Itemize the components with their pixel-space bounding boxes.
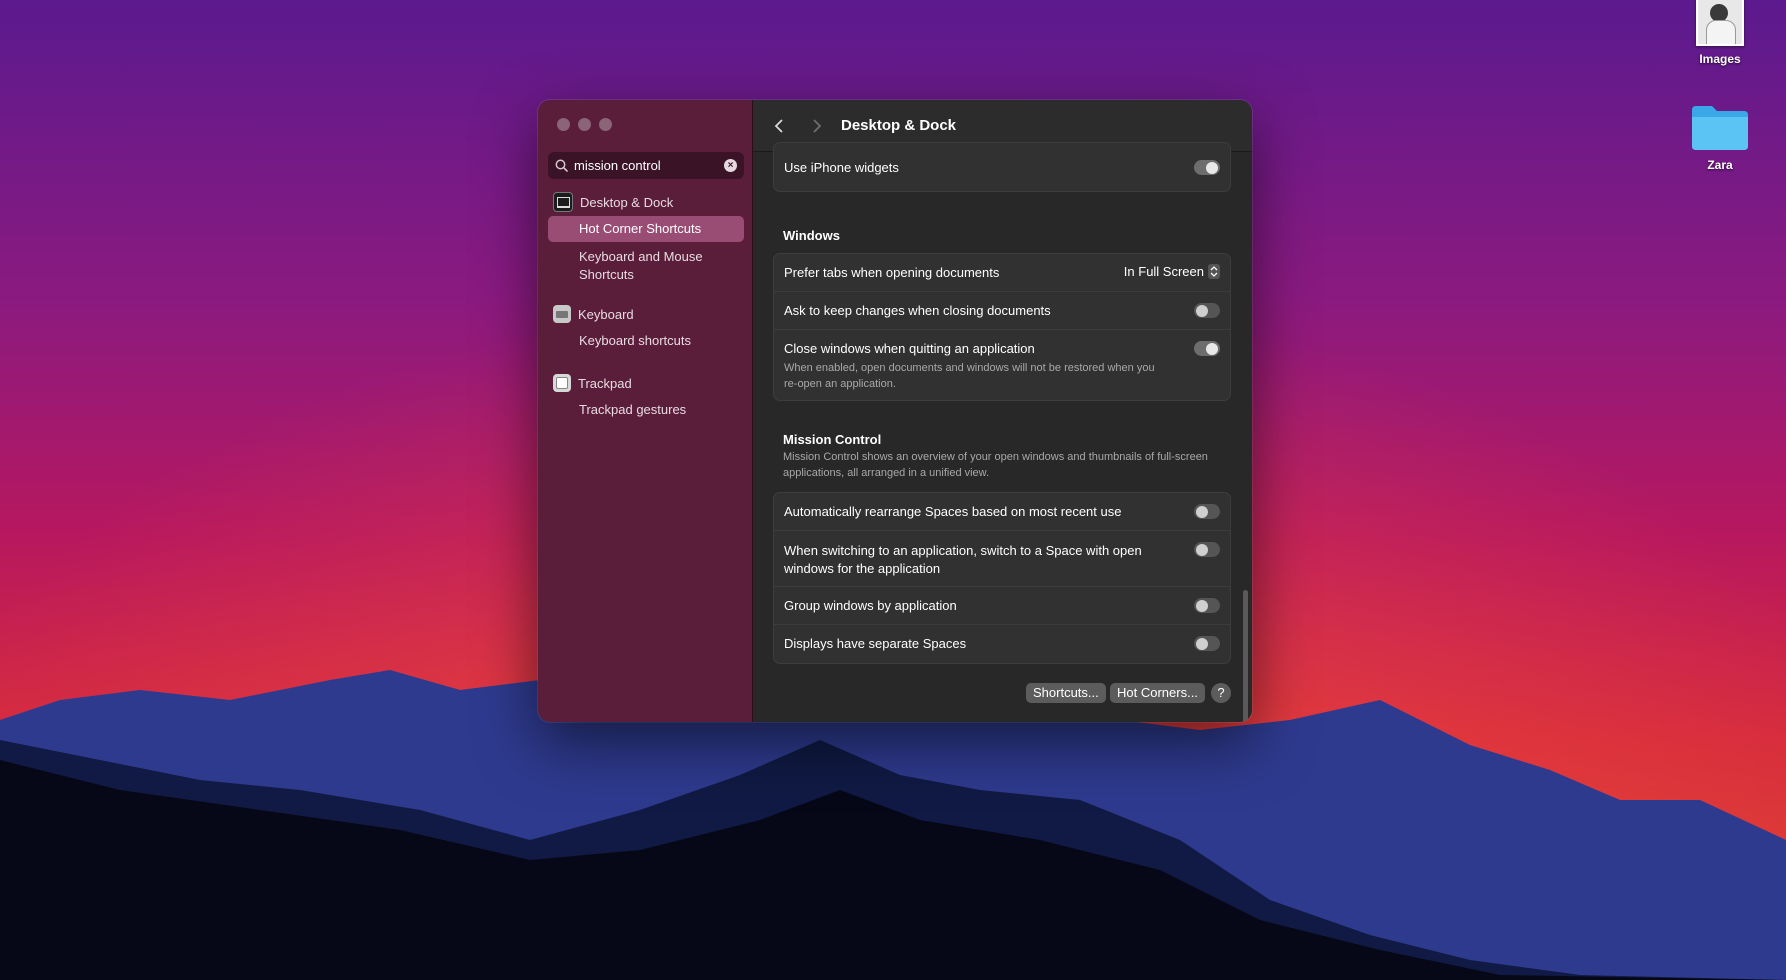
desktop-icon-label: Zara — [1707, 158, 1733, 172]
group-windows-toggle[interactable] — [1194, 598, 1220, 613]
close-window-button[interactable] — [557, 118, 570, 131]
ask-keep-changes-toggle[interactable] — [1194, 303, 1220, 318]
desktop-icon-label: Images — [1699, 52, 1741, 66]
settings-row-rearrange-spaces: Automatically rearrange Spaces based on … — [774, 493, 1230, 531]
close-windows-toggle[interactable] — [1194, 341, 1220, 356]
section-description-mission-control: Mission Control shows an overview of you… — [783, 451, 1208, 479]
minimize-window-button[interactable] — [578, 118, 591, 131]
main-pane: Desktop & Dock Use iPhone widgets Window… — [753, 100, 1252, 722]
row-label: Close windows when quitting an applicati… — [784, 341, 1035, 356]
rearrange-spaces-toggle[interactable] — [1194, 504, 1220, 519]
row-label: When switching to an application, switch… — [784, 543, 1142, 576]
trackpad-icon — [553, 374, 571, 392]
sidebar-item-keyboard[interactable]: Keyboard — [548, 302, 744, 326]
settings-content: Use iPhone widgets Windows Prefer tabs w… — [753, 142, 1252, 722]
section-title-windows: Windows — [783, 228, 840, 243]
settings-row-ask-keep-changes: Ask to keep changes when closing documen… — [774, 292, 1230, 330]
sidebar-item-label: Desktop & Dock — [580, 194, 674, 210]
settings-row-close-windows: Close windows when quitting an applicati… — [774, 330, 1230, 400]
page-title: Desktop & Dock — [841, 117, 957, 134]
row-label: Displays have separate Spaces — [784, 636, 967, 651]
shortcuts-button[interactable]: Shortcuts... — [1026, 683, 1106, 703]
search-field[interactable]: mission control × — [548, 152, 744, 179]
zoom-window-button[interactable] — [599, 118, 612, 131]
clear-search-icon[interactable]: × — [724, 159, 737, 172]
folder-icon — [1692, 106, 1748, 150]
sidebar-group-desktop-dock: Desktop & Dock Hot Corner Shortcuts Keyb… — [548, 190, 744, 288]
row-label: Prefer tabs when opening documents — [784, 265, 1000, 280]
sidebar-subitem-trackpad-gestures[interactable]: Trackpad gestures — [548, 397, 744, 423]
back-button[interactable] — [765, 112, 793, 140]
chevron-updown-icon — [1208, 264, 1220, 279]
scrollbar[interactable] — [1243, 590, 1248, 722]
sidebar-item-label: Keyboard — [578, 306, 634, 322]
search-input[interactable]: mission control — [574, 158, 724, 173]
system-settings-window: mission control × Desktop & Dock Hot Cor… — [538, 100, 1252, 722]
sidebar-item-label: Trackpad — [578, 375, 632, 391]
keyboard-icon — [553, 305, 571, 323]
sidebar-item-trackpad[interactable]: Trackpad — [548, 371, 744, 395]
row-description: When enabled, open documents and windows… — [784, 362, 1155, 390]
mission-control-card: Automatically rearrange Spaces based on … — [773, 492, 1231, 664]
settings-row-use-iphone-widgets: Use iPhone widgets — [774, 143, 1230, 191]
sidebar-subitem-keyboard-shortcuts[interactable]: Keyboard shortcuts — [548, 328, 744, 354]
row-label: Ask to keep changes when closing documen… — [784, 303, 1051, 318]
settings-row-separate-spaces: Displays have separate Spaces — [774, 625, 1230, 663]
sidebar-subitem-hot-corner-shortcuts[interactable]: Hot Corner Shortcuts — [548, 216, 744, 242]
desktop-dock-icon — [553, 192, 573, 212]
settings-row-switch-space: When switching to an application, switch… — [774, 531, 1230, 587]
prefer-tabs-popup[interactable]: In Full Screen — [1124, 264, 1220, 279]
windows-card: Prefer tabs when opening documents In Fu… — [773, 253, 1231, 401]
sidebar-subitem-keyboard-mouse-shortcuts[interactable]: Keyboard and Mouse Shortcuts — [548, 244, 729, 288]
row-label: Automatically rearrange Spaces based on … — [784, 504, 1122, 519]
row-label: Group windows by application — [784, 598, 957, 613]
chevron-left-icon — [774, 118, 783, 133]
use-iphone-widgets-toggle[interactable] — [1194, 160, 1220, 175]
window-controls — [557, 118, 612, 131]
settings-row-group-windows: Group windows by application — [774, 587, 1230, 625]
sidebar-group-trackpad: Trackpad Trackpad gestures — [548, 371, 744, 423]
photo-thumbnail-icon — [1696, 0, 1744, 46]
forward-button[interactable] — [803, 112, 831, 140]
desktop-icon-images[interactable]: Images — [1675, 0, 1765, 66]
widgets-card: Use iPhone widgets — [773, 142, 1231, 192]
switch-space-toggle[interactable] — [1194, 542, 1220, 557]
separate-spaces-toggle[interactable] — [1194, 636, 1220, 651]
row-label: Use iPhone widgets — [784, 160, 899, 175]
popup-value: In Full Screen — [1123, 264, 1204, 279]
sidebar: mission control × Desktop & Dock Hot Cor… — [538, 100, 753, 722]
sidebar-group-keyboard: Keyboard Keyboard shortcuts — [548, 302, 744, 354]
desktop-icon-zara[interactable]: Zara — [1675, 102, 1765, 172]
chevron-right-icon — [813, 118, 822, 133]
search-icon — [555, 159, 568, 172]
settings-row-prefer-tabs: Prefer tabs when opening documents In Fu… — [774, 254, 1230, 292]
hot-corners-button[interactable]: Hot Corners... — [1110, 683, 1205, 703]
sidebar-item-desktop-dock[interactable]: Desktop & Dock — [548, 190, 744, 214]
help-button[interactable]: ? — [1211, 683, 1231, 703]
section-title-mission-control: Mission Control — [783, 432, 882, 447]
